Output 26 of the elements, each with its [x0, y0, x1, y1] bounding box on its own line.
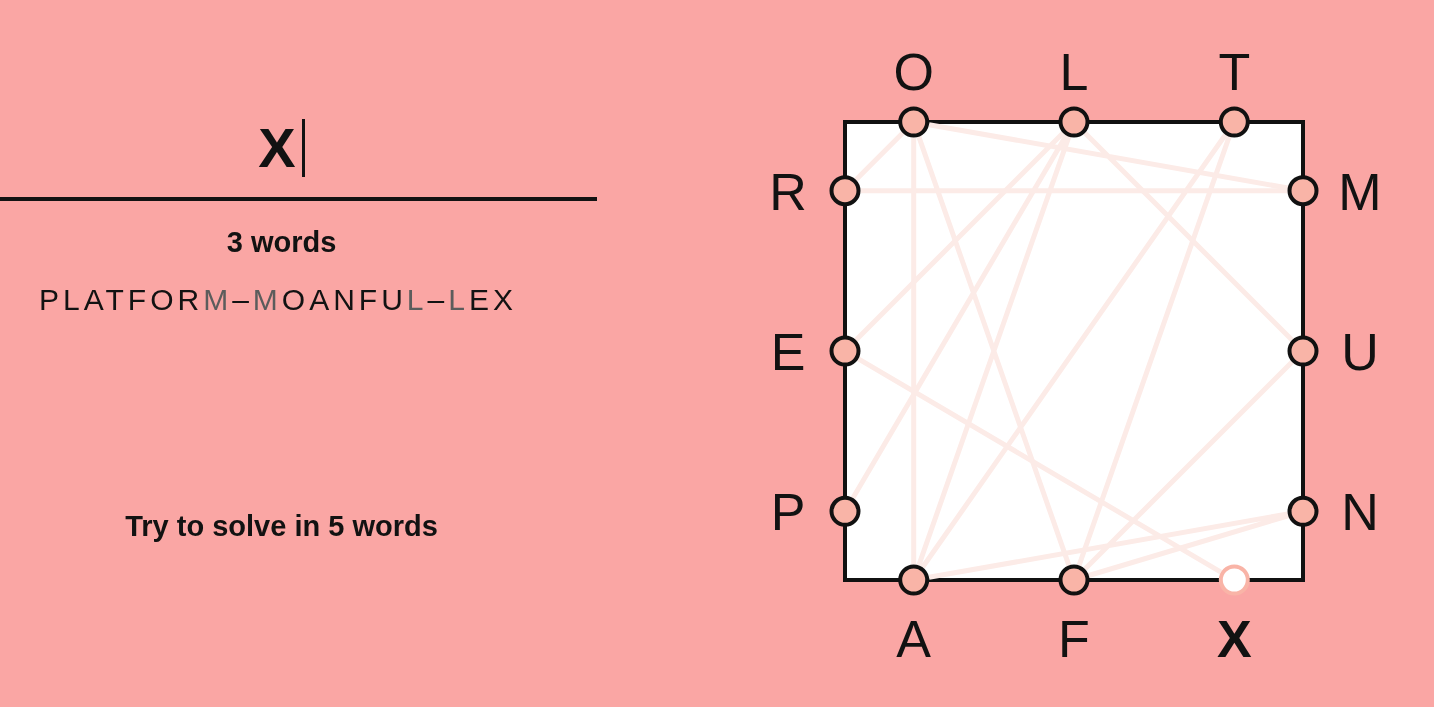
letter-dot[interactable]	[1287, 495, 1319, 527]
letter-dot[interactable]	[1287, 175, 1319, 207]
letter-dot[interactable]	[1218, 106, 1250, 138]
word-count: 3 words	[226, 225, 337, 259]
letter-dot[interactable]	[1058, 106, 1090, 138]
letter-label: U	[1341, 323, 1379, 381]
letter-label: P	[770, 483, 806, 542]
input-field[interactable]: X	[0, 110, 597, 201]
letter-dot[interactable]	[829, 175, 861, 207]
letter-dot[interactable]	[829, 335, 861, 367]
letter-dot[interactable]	[1287, 335, 1319, 367]
letter-dot[interactable]	[1058, 564, 1090, 596]
letter-label: R	[769, 162, 807, 221]
letter-label: N	[1341, 483, 1379, 542]
letter-dot[interactable]	[898, 564, 930, 596]
goal-text: Try to solve in 5 words	[125, 509, 438, 543]
letter-label: M	[1338, 162, 1382, 221]
letter-dot[interactable]	[829, 495, 861, 527]
letter-label: T	[1218, 43, 1251, 101]
letter-label: L	[1059, 43, 1089, 101]
letter-label: A	[896, 610, 932, 668]
letter-label: X	[1216, 610, 1252, 668]
letter-label: F	[1058, 610, 1090, 668]
letter-label: O	[893, 43, 934, 101]
letter-label: E	[770, 323, 806, 381]
letter-dot[interactable]	[898, 106, 930, 138]
